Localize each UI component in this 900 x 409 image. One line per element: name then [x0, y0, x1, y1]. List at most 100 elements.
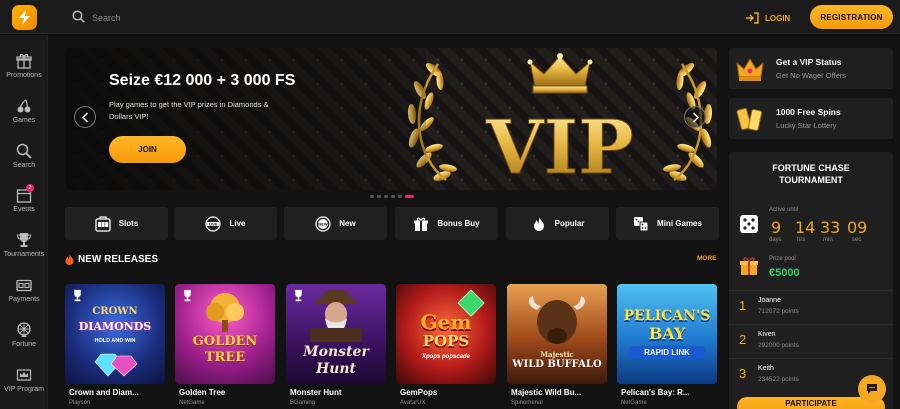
vip-crown-icon — [16, 369, 32, 381]
game-art-text: CROWN — [92, 306, 138, 317]
login-button[interactable]: LOGIN — [745, 10, 790, 26]
hero-next-button[interactable] — [684, 106, 706, 128]
game-art-text: DIAMONDS — [78, 320, 152, 333]
game-art-text: HOLD AND WIN — [94, 338, 136, 344]
sidebar-item-events[interactable]: 2 Events — [0, 184, 48, 227]
sidebar-item-games[interactable]: Games — [0, 98, 48, 138]
pagination-dot[interactable] — [391, 195, 395, 198]
leaderboard-row: 2 Kiven 292000 points — [729, 324, 893, 354]
tournament-title-line: TOURNAMENT — [779, 175, 843, 185]
promo-vip-status[interactable]: Get a VIP Status Get No Wager Offers — [729, 48, 893, 89]
game-art-text: BAY — [648, 324, 686, 343]
game-card-crown-diamonds[interactable]: CROWN DIAMONDS HOLD AND WIN Crown and Di… — [65, 284, 165, 409]
promo-subtitle: Lucky Star Lottery — [776, 121, 837, 130]
tournament-title-line: FORTUNE CHASE — [772, 163, 850, 173]
trophy-icon — [295, 289, 302, 302]
tournament-panel: FORTUNE CHASE TOURNAMENT Active until 9 … — [729, 152, 893, 409]
game-art-text: Hunt — [315, 361, 357, 377]
site-logo[interactable] — [12, 5, 37, 30]
game-thumbnail[interactable]: Gem POPS Xpops popscade — [396, 284, 496, 384]
pagination-dot[interactable] — [398, 195, 402, 198]
search-icon — [72, 10, 85, 23]
category-live[interactable]: LIVE Live — [174, 207, 277, 240]
game-card-gempops[interactable]: Gem POPS Xpops popscade GemPops AvatarUX — [396, 284, 496, 409]
fire-icon — [533, 216, 544, 231]
game-art-text: POPS — [422, 332, 470, 350]
new-releases-heading: NEW RELEASES — [65, 254, 158, 265]
sidebar-item-label: Search — [12, 162, 36, 169]
hunter-art — [310, 290, 362, 342]
game-card-majestic-wild-buffalo[interactable]: Majestic WILD BUFFALO Majestic Wild Bu..… — [507, 284, 607, 409]
pagination-dot[interactable] — [384, 195, 388, 198]
live-chat-button[interactable] — [858, 375, 886, 403]
leaderboard-row: 1 Joanne 712072 points — [729, 290, 893, 320]
game-provider: Spinomenal — [511, 400, 543, 406]
game-card-pelicans-bay[interactable]: PELICAN'S BAY RAPID LINK Pelican's Bay: … — [617, 284, 717, 409]
hero-title: Seize €12 000 + 3 000 FS — [109, 72, 296, 89]
game-title: Golden Tree — [179, 388, 226, 397]
sidebar-item-label: Tournaments — [3, 251, 45, 258]
countdown-minutes: 33 — [820, 218, 841, 237]
events-badge: 2 — [26, 184, 34, 192]
sidebar-item-promotions[interactable]: Promotions — [0, 53, 48, 93]
game-art-text: Monster — [303, 344, 369, 360]
lightning-logo-icon — [19, 10, 30, 25]
category-new[interactable]: NEW New — [284, 207, 387, 240]
trophy-icon — [74, 289, 81, 302]
game-title: Crown and Diam... — [69, 388, 139, 397]
game-thumbnail[interactable]: PELICAN'S BAY RAPID LINK — [617, 284, 717, 384]
tree-art — [206, 293, 244, 332]
category-popular[interactable]: Popular — [506, 207, 609, 240]
sidebar-item-vip-program[interactable]: VIP Program — [0, 367, 48, 407]
pagination-dot-active[interactable] — [405, 195, 414, 198]
game-card-golden-tree[interactable]: GOLDEN TREE Golden Tree NetGame — [175, 284, 275, 409]
countdown-unit: min — [823, 237, 833, 243]
search-input[interactable] — [92, 9, 352, 27]
chevron-right-icon — [692, 112, 700, 123]
sidebar-item-label: Payments — [8, 296, 40, 303]
trophy-icon — [16, 233, 32, 247]
category-mini-games[interactable]: Mini Games — [616, 207, 719, 240]
trophy-icon — [184, 289, 191, 302]
category-label: Live — [229, 219, 246, 228]
gift-icon — [740, 257, 758, 275]
join-button[interactable]: JOIN — [109, 136, 186, 163]
chevron-left-icon — [81, 112, 89, 123]
sidebar-item-payments[interactable]: Payments — [0, 277, 48, 317]
tournament-title: FORTUNE CHASE TOURNAMENT — [729, 162, 893, 186]
game-art-text: WILD BUFFALO — [512, 359, 602, 370]
game-provider: NetGame — [621, 400, 647, 406]
fire-icon — [65, 254, 74, 265]
sidebar-item-search[interactable]: Search — [0, 143, 48, 183]
game-art-text: TREE — [204, 350, 246, 365]
game-art-text: GOLDEN — [192, 334, 258, 349]
sidebar-item-label: Events — [13, 206, 35, 213]
svg-text:LIVE: LIVE — [209, 222, 218, 226]
leaderboard-name: Joanne — [758, 297, 781, 304]
more-link[interactable]: MORE — [697, 255, 717, 262]
game-title: Monster Hunt — [290, 388, 342, 397]
login-label: LOGIN — [765, 13, 791, 23]
hero-prev-button[interactable] — [74, 106, 96, 128]
chat-bubble-icon — [867, 384, 877, 394]
promo-free-spins[interactable]: 1000 Free Spins Lucky Star Lottery — [729, 98, 893, 139]
search-bar[interactable] — [72, 9, 372, 27]
sidebar-item-fortune[interactable]: Fortune — [0, 322, 48, 362]
sidebar-item-tournaments[interactable]: Tournaments — [0, 232, 48, 272]
hero-banner[interactable]: VIP Seize €12 000 + 3 000 FS Play games … — [66, 48, 717, 190]
category-bonus-buy[interactable]: Bonus Buy — [395, 207, 498, 240]
game-thumbnail[interactable]: Majestic WILD BUFFALO — [507, 284, 607, 384]
countdown-days: 9 — [771, 218, 782, 237]
game-card-monster-hunt[interactable]: Monster Hunt Monster Hunt BGaming — [286, 284, 386, 409]
registration-button[interactable]: REGISTRATION — [810, 5, 893, 29]
sidebar-item-label: Promotions — [6, 72, 42, 79]
category-slots[interactable]: Slots — [65, 207, 168, 240]
sidebar-item-label: Games — [12, 117, 36, 124]
game-art-text: PELICAN'S — [623, 308, 711, 324]
pagination-dot[interactable] — [370, 195, 374, 198]
search-icon — [16, 143, 32, 159]
promo-title: 1000 Free Spins — [776, 107, 841, 117]
pagination-dot[interactable] — [377, 195, 381, 198]
category-label: Bonus Buy — [437, 219, 480, 228]
leaderboard-points: 292000 points — [758, 342, 799, 349]
